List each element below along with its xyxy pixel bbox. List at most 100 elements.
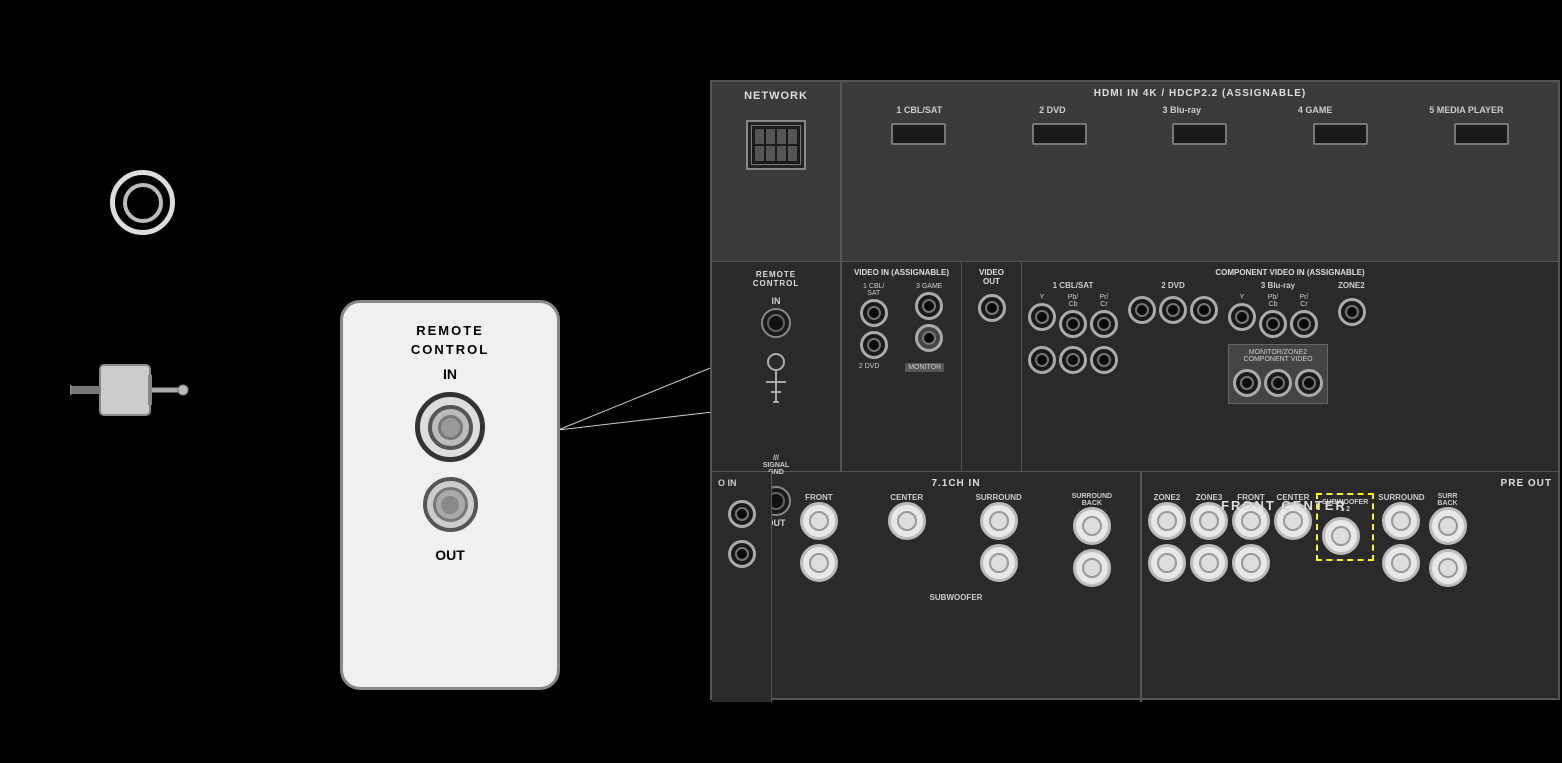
front-center-label: FRONT CENTER — [1221, 498, 1347, 513]
pre-zone2-port-1 — [1148, 502, 1186, 540]
comp-dvd-port-1 — [1128, 296, 1156, 324]
network-pin-8 — [788, 146, 797, 161]
comp-y-port-1 — [1028, 303, 1056, 331]
hdmi-ports-row — [852, 123, 1548, 145]
hdmi-port-4 — [1313, 123, 1368, 145]
video-in-cbl-sat: 1 CBL/SAT — [860, 283, 888, 361]
remote-out-port — [423, 477, 478, 532]
zone2-label: ZONE2 — [1338, 281, 1366, 290]
monitor-port-2 — [1264, 369, 1292, 397]
comp-y-1: Y — [1028, 294, 1056, 340]
comp-pb-port-3 — [1259, 310, 1287, 338]
remote-in-port-inner — [428, 405, 473, 450]
hdmi-port-2 — [1032, 123, 1087, 145]
network-pin-6 — [766, 146, 775, 161]
comp-y-port-3 — [1228, 303, 1256, 331]
comp-pb-port-1b — [1059, 346, 1087, 374]
network-box: NETWORK — [712, 82, 842, 261]
ch71-front-col: FRONT — [800, 493, 838, 582]
component-bluray-group: 3 Blu-ray Y Pb/Cb Pr/Cr — [1228, 281, 1328, 404]
pre-surround-l-port — [1382, 502, 1420, 540]
comp-pb-port-1 — [1059, 310, 1087, 338]
network-label: NETWORK — [744, 90, 808, 102]
video-out-header: VIDEOOUT — [968, 268, 1015, 286]
bottom-section: O IN 7.1CH IN FRONT CENTER S — [712, 472, 1558, 702]
ch71-section: 7.1CH IN FRONT CENTER SURROUND — [772, 472, 1142, 702]
rc-in-circle-inner — [767, 314, 785, 332]
network-pin-7 — [777, 146, 786, 161]
component-video-header: COMPONENT VIDEO IN (ASSIGNABLE) — [1028, 268, 1552, 277]
circular-connector — [110, 170, 175, 235]
hdmi-input-3: 3 Blu-ray — [1162, 105, 1201, 115]
pre-out-section: PRE OUT ZONE2 ZONE3 FRONT — [1142, 472, 1558, 702]
pre-zone3-port-2 — [1190, 544, 1228, 582]
video-in-game: 3 GAME — [915, 283, 943, 361]
comp-pr-port-1 — [1090, 310, 1118, 338]
rc-in-port: IN — [759, 296, 793, 340]
remote-box-out-label: OUT — [435, 547, 465, 563]
rca-connector-illustration — [70, 330, 190, 455]
jack-symbol — [761, 352, 791, 412]
ch71-surrback-l-port — [1073, 507, 1111, 545]
receiver-panel: NETWORK HDMI IN 4K / HDCP2.2 (ASSIGNABLE… — [710, 80, 1560, 700]
video-in-port-3 — [915, 292, 943, 320]
component-cblsat-group: 1 CBL/SAT Y Pb/Cb Pr/Cr — [1028, 281, 1118, 404]
pre-surround-r-port — [1382, 544, 1420, 582]
comp-y-3: Y — [1228, 294, 1256, 340]
subwoofer-label: SUBWOOFER — [778, 593, 1134, 602]
comp-y-port-1b — [1028, 346, 1056, 374]
phono-section: O IN — [712, 472, 772, 702]
network-pin-5 — [755, 146, 764, 161]
comp-pr-port-1b — [1090, 346, 1118, 374]
video-in-port-1 — [860, 299, 888, 327]
ch71-surround-label: SURROUND — [976, 493, 1022, 502]
top-section: NETWORK HDMI IN 4K / HDCP2.2 (ASSIGNABLE… — [712, 82, 1558, 262]
phono-port-r — [728, 540, 756, 568]
ch71-surrback-r-port — [1073, 549, 1111, 587]
hdmi-inputs-labels: 1 CBL/SAT 2 DVD 3 Blu-ray 4 GAME 5 MEDIA… — [852, 105, 1548, 115]
hdmi-port-1 — [891, 123, 946, 145]
middle-section: REMOTECONTROL IN /// SIGNA — [712, 262, 1558, 472]
component-bluray-label: 3 Blu-ray — [1228, 281, 1328, 290]
ch71-surround-r-port — [980, 544, 1018, 582]
video-in-port-1b — [860, 331, 888, 359]
video-in-dvd-label: 2 DVD — [859, 363, 880, 372]
remote-out-port-inner — [433, 487, 468, 522]
network-pin-4 — [788, 129, 797, 144]
network-pin-2 — [766, 129, 775, 144]
pre-zone3-label: ZONE3 — [1196, 493, 1223, 502]
pre-zone2-label: ZONE2 — [1154, 493, 1181, 502]
video-in-section: VIDEO IN (ASSIGNABLE) 1 CBL/SAT 3 GAME — [842, 262, 962, 471]
network-pin-3 — [777, 129, 786, 144]
ch71-surround-l-port — [980, 502, 1018, 540]
pre-surround-col: SURROUND — [1378, 493, 1424, 582]
remote-control-box: REMOTE CONTROL IN OUT — [340, 300, 560, 690]
hdmi-input-2: 2 DVD — [1039, 105, 1066, 115]
ch71-front-label: FRONT — [805, 493, 833, 502]
ch71-center-col: CENTER — [888, 493, 926, 540]
component-dvd-group: 2 DVD — [1128, 281, 1218, 404]
video-in-port-3b — [915, 324, 943, 352]
video-in-header: VIDEO IN (ASSIGNABLE) — [848, 268, 955, 277]
network-port-inner — [751, 125, 801, 165]
ch71-front-l-port — [800, 502, 838, 540]
remote-out-port-center — [441, 496, 459, 514]
remote-in-port-center — [438, 415, 463, 440]
comp-dvd-port-3 — [1190, 296, 1218, 324]
zone2-port — [1338, 298, 1366, 326]
pre-zone2-col: ZONE2 — [1148, 493, 1186, 582]
ch71-surround-col: SURROUND — [976, 493, 1022, 582]
ch71-front-r-port — [800, 544, 838, 582]
hdmi-input-1: 1 CBL/SAT — [896, 105, 942, 115]
ch71-center-label: CENTER — [890, 493, 923, 502]
hdmi-port-5 — [1454, 123, 1509, 145]
comp-pb-1: Pb/Cb — [1059, 294, 1087, 340]
hdmi-header: HDMI IN 4K / HDCP2.2 (ASSIGNABLE) — [852, 88, 1548, 99]
pre-surrback-r-port — [1429, 549, 1467, 587]
network-pin-1 — [755, 129, 764, 144]
rc-in-circle — [761, 308, 791, 338]
video-in-monitor-label: MONITOR — [905, 363, 944, 372]
component-dvd-label: 2 DVD — [1128, 281, 1218, 290]
pre-surrback-label: SURRBACK — [1437, 493, 1457, 507]
pre-sub-port-1 — [1322, 517, 1360, 555]
